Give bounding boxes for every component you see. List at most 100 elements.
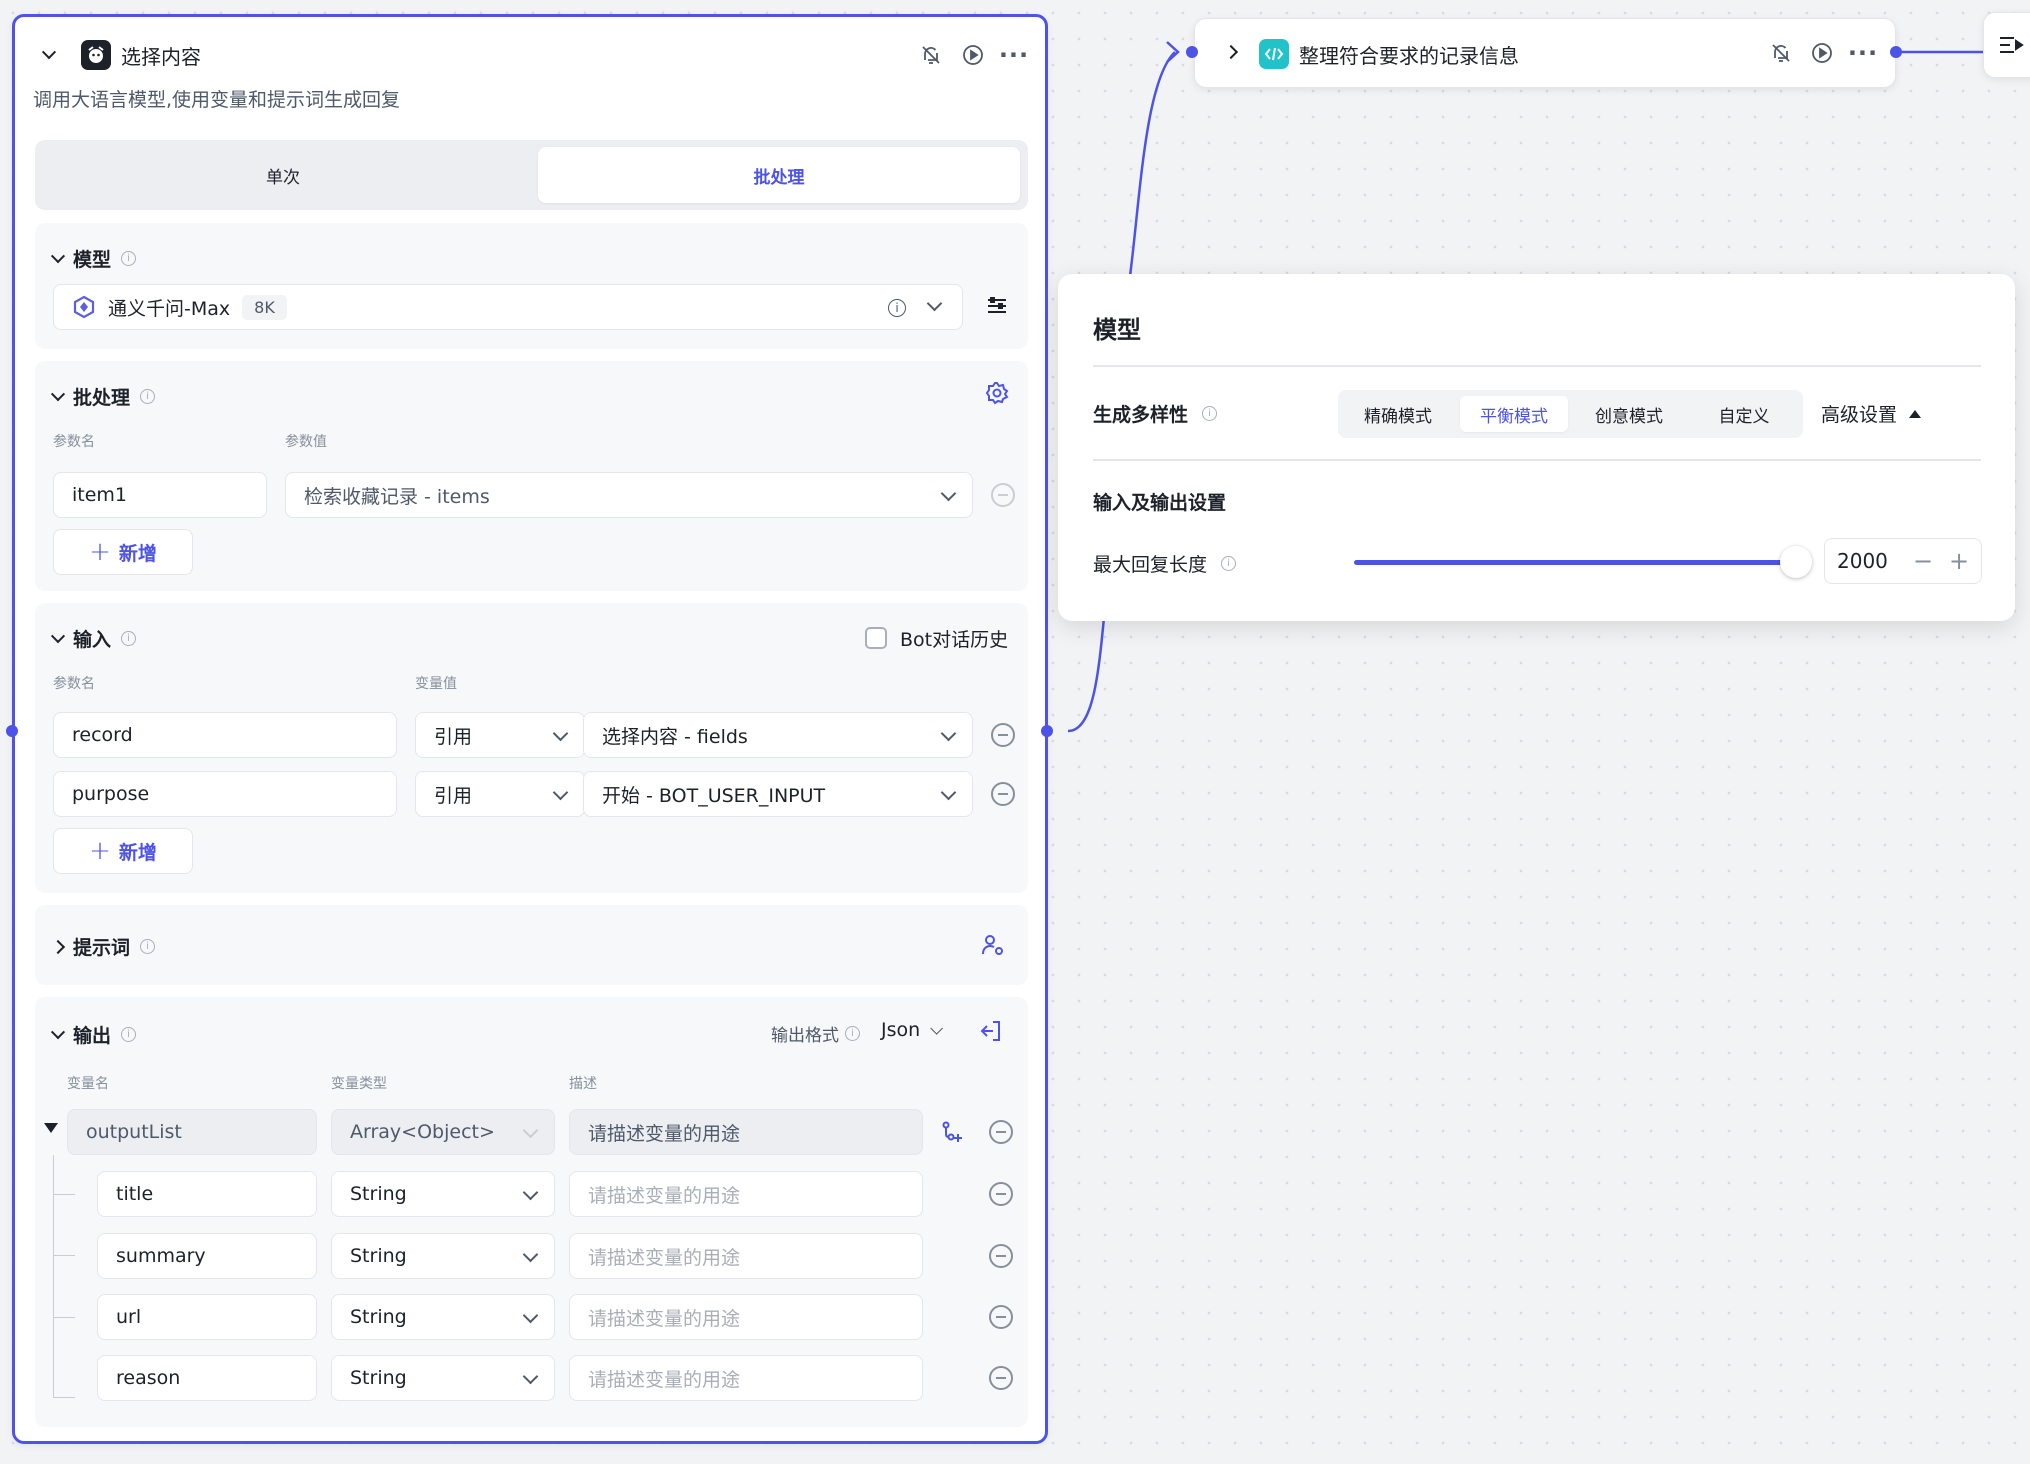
chevron-down-icon [552,784,569,801]
output-child-type-select[interactable]: String [331,1294,555,1340]
remove-row-icon[interactable] [989,1305,1013,1329]
info-icon: i [121,631,137,646]
input-section-header[interactable]: 输入 i [50,625,137,652]
prompt-section-header[interactable]: 提示词 i [50,933,156,960]
output-child-name-input[interactable]: summary [97,1233,317,1279]
input-param-name-input[interactable]: record [53,712,397,758]
tab-batch[interactable]: 批处理 [538,147,1020,203]
bot-history-checkbox[interactable] [865,627,887,649]
output-child-name-input[interactable]: url [97,1294,317,1340]
more-options-icon[interactable]: ··· [998,39,1030,71]
disable-notify-icon[interactable] [915,39,947,71]
import-json-icon[interactable] [975,1015,1007,1047]
output-section-header[interactable]: 输出 i [50,1021,137,1048]
model-info-icon[interactable]: i [888,299,906,317]
remove-row-icon[interactable] [991,483,1015,507]
batch-param-value-select[interactable]: 检索收藏记录 - items [285,472,973,518]
output-child-desc-input[interactable]: 请描述变量的用途 [569,1171,923,1217]
output-child-type-select[interactable]: String [331,1171,555,1217]
expand-chevron-icon[interactable] [1215,36,1247,68]
io-settings-title: 输入及输出设置 [1093,492,1227,514]
remove-row-icon[interactable] [989,1244,1013,1268]
input-ref-type-select[interactable]: 引用 [415,771,585,817]
plus-icon: + [89,537,111,567]
diversity-label: 生成多样性 i [1093,400,1218,427]
decrement-icon[interactable]: − [1905,547,1941,575]
max-length-input[interactable]: 2000 [1825,549,1905,573]
batch-add-button[interactable]: + 新增 [53,529,193,575]
remove-row-icon[interactable] [989,1366,1013,1390]
code-output-port[interactable] [1890,46,1902,58]
batch-param-name-input[interactable]: item1 [53,472,267,518]
info-icon: i [140,389,156,404]
chevron-down-icon [940,485,957,502]
llm-input-port[interactable] [6,725,18,737]
chevron-down-icon[interactable] [926,295,943,312]
mode-creative[interactable]: 创意模式 [1575,396,1683,432]
remove-row-icon[interactable] [989,1182,1013,1206]
remove-row-icon[interactable] [989,1120,1013,1144]
output-root-name-input[interactable]: outputList [67,1109,317,1155]
remove-row-icon[interactable] [991,723,1015,747]
max-length-slider-track[interactable] [1354,560,1794,565]
output-child-type-select[interactable]: String [331,1355,555,1401]
disable-notify-icon[interactable] [1765,37,1797,69]
chevron-down-icon [522,1184,539,1201]
input-ref-type-select[interactable]: 引用 [415,712,585,758]
tab-single[interactable]: 单次 [43,147,523,203]
output-child-name-input[interactable]: reason [97,1355,317,1401]
chevron-down-icon [940,784,957,801]
model-settings-icon[interactable] [981,290,1013,322]
node-title: 选择内容 [121,45,201,69]
input-var-value-select[interactable]: 选择内容 - fields [583,712,973,758]
info-icon: i [845,1026,860,1041]
output-child-desc-input[interactable]: 请描述变量的用途 [569,1355,923,1401]
output-format-select[interactable]: Json [881,1019,944,1041]
collapse-chevron-icon[interactable] [33,39,65,71]
batch-section-header[interactable]: 批处理 i [50,383,156,410]
chevron-down-icon [930,1021,944,1035]
output-child-name-input[interactable]: title [97,1171,317,1217]
remove-row-icon[interactable] [991,782,1015,806]
batch-add-label: 新增 [118,542,157,565]
run-test-icon[interactable] [957,39,989,71]
model-select[interactable]: 通义千问-Max 8K i [53,284,963,330]
input-add-button[interactable]: + 新增 [53,828,193,874]
output-col-var-name: 变量名 [67,1076,109,1092]
chevron-down-icon [522,1368,539,1385]
next-node-card[interactable] [1983,12,2030,78]
expand-triangle-icon[interactable] [44,1123,58,1133]
code-node-card[interactable]: 整理符合要求的记录信息 ··· [1194,18,1896,88]
max-length-slider-thumb[interactable] [1780,546,1812,578]
info-icon: i [1202,406,1218,421]
output-root-type-select[interactable]: Array<Object> [331,1109,555,1155]
batch-section-title: 批处理 [73,387,131,409]
mode-precise[interactable]: 精确模式 [1344,396,1452,432]
mode-custom[interactable]: 自定义 [1690,396,1798,432]
code-input-port[interactable] [1186,46,1198,58]
input-param-name-input[interactable]: purpose [53,771,397,817]
divider [1093,365,1981,367]
add-child-field-icon[interactable] [937,1116,969,1148]
qwen-logo-icon [72,295,96,319]
advanced-settings-toggle[interactable]: 高级设置 [1821,400,1922,427]
llm-node-card[interactable]: 选择内容 ··· 调用大语言模型,使用变量和提示词生成回复 单次 批处理 模型 … [12,14,1048,1444]
output-col-desc: 描述 [569,1076,597,1092]
run-test-icon[interactable] [1806,37,1838,69]
chevron-down-icon [940,725,957,742]
output-child-desc-input[interactable]: 请描述变量的用途 [569,1294,923,1340]
advanced-label: 高级设置 [1821,404,1898,426]
increment-icon[interactable]: + [1941,547,1977,575]
more-options-icon[interactable]: ··· [1847,37,1879,69]
input-var-value-select[interactable]: 开始 - BOT_USER_INPUT [583,771,973,817]
output-root-desc-input[interactable]: 请描述变量的用途 [569,1109,923,1155]
input-section-title: 输入 [73,629,112,651]
llm-output-port[interactable] [1041,725,1053,737]
batch-settings-gear-icon[interactable] [981,377,1013,409]
output-child-type-select[interactable]: String [331,1233,555,1279]
mode-balanced[interactable]: 平衡模式 [1460,396,1568,432]
model-section-title: 模型 [73,249,112,271]
prompt-user-settings-icon[interactable] [977,929,1009,961]
output-child-desc-input[interactable]: 请描述变量的用途 [569,1233,923,1279]
model-section-header[interactable]: 模型 i [50,245,137,272]
